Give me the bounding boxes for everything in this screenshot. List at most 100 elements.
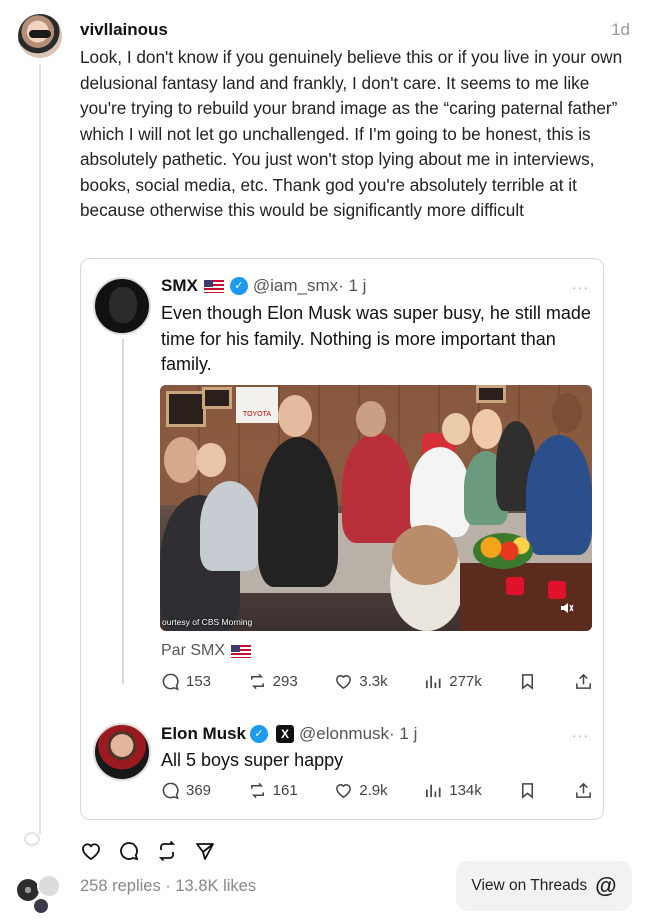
quoted-action-bar: 153 293 3.3k 277k bbox=[161, 672, 593, 691]
reply-text: All 5 boys super happy bbox=[161, 750, 344, 770]
repost-count: 161 bbox=[272, 782, 298, 799]
thread-end-curl bbox=[24, 832, 40, 846]
coffee-table bbox=[460, 563, 592, 631]
person-head bbox=[552, 393, 582, 433]
person-head bbox=[356, 401, 386, 437]
quoted-thread-line bbox=[122, 339, 124, 684]
us-flag-icon bbox=[203, 279, 224, 293]
person-head bbox=[196, 443, 226, 477]
avatar[interactable] bbox=[18, 14, 62, 58]
view-on-threads-label: View on Threads bbox=[471, 877, 588, 894]
person-head bbox=[472, 409, 502, 449]
post-text: Look, I don't know if you genuinely beli… bbox=[80, 47, 623, 220]
avatar-glasses bbox=[29, 30, 51, 38]
threads-logo-icon: @ bbox=[595, 873, 617, 898]
bookmark-icon bbox=[522, 674, 534, 690]
bookmark-button[interactable] bbox=[518, 781, 537, 800]
person-head bbox=[392, 525, 458, 585]
reply-name[interactable]: Elon Musk bbox=[161, 724, 246, 744]
repost-count: 293 bbox=[272, 673, 298, 690]
reply-count: 369 bbox=[186, 782, 212, 799]
red-mug bbox=[548, 581, 566, 599]
quoted-video[interactable]: TOYOTA ourtesy of CBS Morning bbox=[160, 385, 592, 631]
reply-count: 153 bbox=[186, 673, 212, 690]
bookmark-button[interactable] bbox=[518, 672, 537, 691]
heart-icon[interactable] bbox=[80, 840, 102, 862]
views-icon bbox=[426, 784, 441, 798]
wall-picture bbox=[476, 385, 506, 403]
quoted-header: SMX ✓ @iam_smx · 1 j bbox=[161, 275, 366, 297]
quoted-name[interactable]: SMX bbox=[161, 276, 198, 296]
upload-icon bbox=[576, 782, 591, 798]
person-child bbox=[200, 481, 260, 571]
avatar bbox=[37, 874, 61, 898]
view-on-threads-button[interactable]: View on Threads @ bbox=[456, 861, 632, 911]
thread-line bbox=[39, 64, 41, 834]
red-mug bbox=[506, 577, 524, 595]
comment-icon bbox=[162, 673, 179, 691]
quoted-post-card[interactable]: SMX ✓ @iam_smx · 1 j ··· Even though Elo… bbox=[80, 258, 604, 820]
share-icon[interactable] bbox=[194, 840, 216, 862]
bookmark-icon bbox=[522, 783, 534, 799]
quoted-avatar-silhouette bbox=[109, 287, 137, 323]
upload-icon bbox=[576, 673, 591, 689]
quoted-text: Even though Elon Musk was super busy, he… bbox=[161, 303, 591, 374]
repost-button[interactable]: 293 bbox=[248, 672, 298, 691]
like-button[interactable]: 2.9k bbox=[334, 781, 388, 800]
reply-avatar[interactable] bbox=[93, 723, 151, 781]
toyota-logo: TOYOTA bbox=[236, 387, 278, 423]
reply-handle[interactable]: @elonmusk bbox=[299, 724, 389, 744]
views-icon bbox=[426, 675, 441, 689]
comment-icon[interactable] bbox=[118, 840, 140, 862]
x-affiliation-icon: X bbox=[276, 725, 295, 743]
reply-avatars bbox=[17, 874, 67, 914]
reply-header: Elon Musk ✓ X @elonmusk · 1 j bbox=[161, 723, 417, 745]
views-button[interactable]: 277k bbox=[424, 672, 482, 691]
attribution-label: Par SMX bbox=[161, 642, 226, 659]
repost-icon[interactable] bbox=[156, 840, 178, 862]
person-head bbox=[278, 395, 312, 437]
person-head bbox=[442, 413, 470, 445]
avatar bbox=[34, 899, 48, 913]
repost-icon bbox=[250, 673, 264, 690]
post-time: 1d bbox=[611, 20, 630, 39]
reply-button[interactable]: 369 bbox=[161, 781, 211, 800]
heart-icon bbox=[336, 675, 352, 690]
verified-icon: ✓ bbox=[229, 277, 248, 295]
person-host bbox=[526, 435, 592, 555]
post-action-bar bbox=[80, 840, 216, 862]
share-button[interactable] bbox=[574, 672, 593, 691]
view-count: 134k bbox=[449, 782, 482, 799]
reply-action-bar: 369 161 2.9k 134k bbox=[161, 781, 593, 800]
views-button[interactable]: 134k bbox=[424, 781, 482, 800]
repost-icon bbox=[250, 782, 264, 799]
person-child bbox=[410, 447, 470, 537]
wall-picture bbox=[202, 387, 232, 409]
reply-button[interactable]: 153 bbox=[161, 672, 211, 691]
verified-icon: ✓ bbox=[250, 725, 269, 743]
like-button[interactable]: 3.3k bbox=[334, 672, 388, 691]
quoted-avatar[interactable] bbox=[93, 277, 151, 335]
share-button[interactable] bbox=[574, 781, 593, 800]
more-options-icon[interactable]: ··· bbox=[572, 727, 589, 743]
heart-icon bbox=[336, 784, 352, 799]
reply-time: · 1 j bbox=[389, 724, 418, 743]
quoted-handle[interactable]: @iam_smx bbox=[253, 276, 338, 296]
repost-button[interactable]: 161 bbox=[248, 781, 298, 800]
person-head bbox=[164, 437, 200, 483]
mute-icon[interactable] bbox=[560, 601, 574, 615]
like-count: 3.3k bbox=[359, 673, 388, 690]
comment-icon bbox=[162, 782, 179, 800]
person-elon bbox=[258, 437, 338, 587]
wall-picture bbox=[166, 391, 206, 427]
post-username[interactable]: vivllainous bbox=[80, 20, 168, 40]
person-host bbox=[342, 433, 412, 543]
view-count: 277k bbox=[449, 673, 482, 690]
avatar bbox=[17, 879, 39, 901]
engagement-summary[interactable]: 258 replies · 13.8K likes bbox=[80, 877, 256, 896]
us-flag-icon bbox=[231, 644, 252, 658]
like-count: 2.9k bbox=[359, 782, 388, 799]
video-caption: ourtesy of CBS Morning bbox=[162, 617, 253, 627]
more-options-icon[interactable]: ··· bbox=[572, 279, 589, 295]
flower-arrangement bbox=[473, 533, 533, 569]
